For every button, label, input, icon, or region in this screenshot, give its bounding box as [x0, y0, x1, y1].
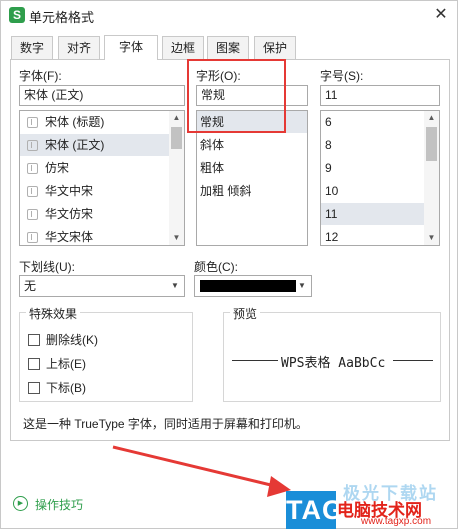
watermark-url: www.tagxp.com [361, 516, 432, 527]
tips-link[interactable]: 操作技巧 [35, 496, 83, 513]
tips-play-icon[interactable]: ▶ [13, 496, 28, 511]
annotation-arrow-icon [112, 445, 291, 497]
tab-font[interactable]: 字体 [104, 35, 158, 60]
cell-format-dialog: S 单元格格式 ✕ 数字 对齐 字体 边框 图案 保护 字体(F): 宋体 (正… [0, 0, 458, 529]
watermark-tag-logo: TAG [286, 491, 343, 529]
